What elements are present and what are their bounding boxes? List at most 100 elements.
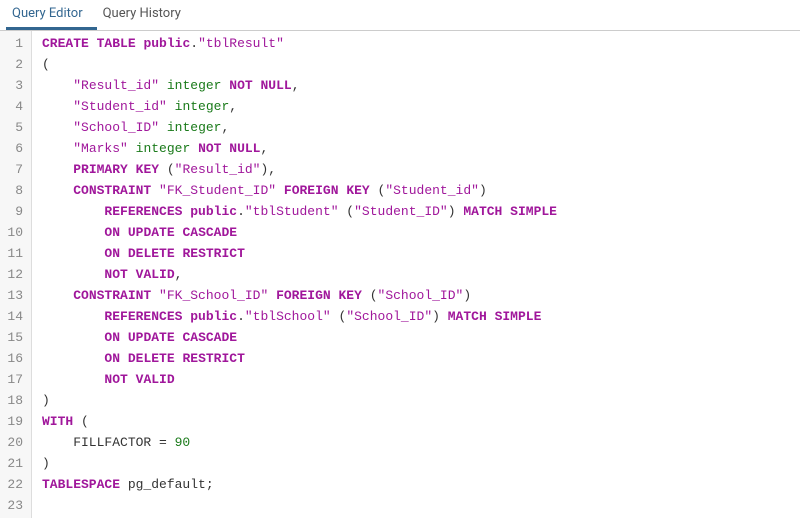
code-line[interactable]: "School_ID" integer, [42, 117, 557, 138]
token-kw: VALID [136, 267, 175, 282]
token-kw: UPDATE [128, 330, 175, 345]
token-kw: WITH [42, 414, 73, 429]
token-kw: KEY [339, 288, 362, 303]
token-plain [42, 99, 73, 114]
sql-editor[interactable]: 1234567891011121314151617181920212223 CR… [0, 31, 800, 518]
token-typ: integer [167, 78, 222, 93]
token-kw: CREATE [42, 36, 89, 51]
token-plain [120, 330, 128, 345]
token-plain [502, 204, 510, 219]
token-str: "Marks" [73, 141, 128, 156]
code-line[interactable]: CREATE TABLE public."tblResult" [42, 33, 557, 54]
line-gutter: 1234567891011121314151617181920212223 [0, 31, 32, 518]
token-kw: public [190, 204, 237, 219]
line-number: 9 [4, 201, 23, 222]
token-kw: FOREIGN [276, 288, 331, 303]
token-plain: ( [331, 309, 347, 324]
token-kw: CONSTRAINT [73, 183, 151, 198]
token-plain [128, 372, 136, 387]
line-number: 19 [4, 411, 23, 432]
code-line[interactable]: "Student_id" integer, [42, 96, 557, 117]
token-str: "FK_School_ID" [159, 288, 268, 303]
line-number: 13 [4, 285, 23, 306]
token-plain [128, 267, 136, 282]
token-kw: DELETE [128, 246, 175, 261]
code-line[interactable]: ON DELETE RESTRICT [42, 348, 557, 369]
token-kw: MATCH [448, 309, 487, 324]
token-plain [276, 183, 284, 198]
token-str: "Student_ID" [354, 204, 448, 219]
line-number: 2 [4, 54, 23, 75]
token-plain [331, 288, 339, 303]
token-plain [42, 120, 73, 135]
code-line[interactable]: ON DELETE RESTRICT [42, 243, 557, 264]
token-str: "School_ID" [378, 288, 464, 303]
token-plain [120, 225, 128, 240]
token-str: "FK_Student_ID" [159, 183, 276, 198]
code-line[interactable]: ( [42, 54, 557, 75]
token-kw: ON [104, 246, 120, 261]
code-line[interactable]: CONSTRAINT "FK_School_ID" FOREIGN KEY ("… [42, 285, 557, 306]
token-plain [151, 183, 159, 198]
token-plain: ( [370, 183, 386, 198]
token-str: "Student_id" [73, 99, 167, 114]
line-number: 20 [4, 432, 23, 453]
code-line[interactable]: ON UPDATE CASCADE [42, 222, 557, 243]
token-plain [89, 36, 97, 51]
token-str: "School_ID" [346, 309, 432, 324]
token-plain: pg_default; [120, 477, 214, 492]
token-kw: NOT [104, 372, 127, 387]
token-plain: . [237, 309, 245, 324]
code-line[interactable]: FILLFACTOR = 90 [42, 432, 557, 453]
line-number: 16 [4, 348, 23, 369]
token-kw: CASCADE [182, 225, 237, 240]
token-plain: ( [42, 57, 50, 72]
token-plain: ( [159, 162, 175, 177]
token-str: "tblStudent" [245, 204, 339, 219]
line-number: 5 [4, 117, 23, 138]
token-kw: public [190, 309, 237, 324]
tab-query-editor[interactable]: Query Editor [6, 0, 97, 30]
token-str: "Result_id" [73, 78, 159, 93]
code-line[interactable]: "Result_id" integer NOT NULL, [42, 75, 557, 96]
token-plain: ) [42, 393, 50, 408]
token-plain [167, 99, 175, 114]
token-typ: integer [175, 99, 230, 114]
token-kw: KEY [136, 162, 159, 177]
token-plain: , [175, 267, 183, 282]
code-line[interactable]: WITH ( [42, 411, 557, 432]
code-line[interactable]: TABLESPACE pg_default; [42, 474, 557, 495]
code-line[interactable]: REFERENCES public."tblStudent" ("Student… [42, 201, 557, 222]
code-area[interactable]: CREATE TABLE public."tblResult" ( "Result… [32, 31, 557, 518]
token-plain: ( [339, 204, 355, 219]
code-line[interactable]: CONSTRAINT "FK_Student_ID" FOREIGN KEY (… [42, 180, 557, 201]
code-line[interactable]: REFERENCES public."tblSchool" ("School_I… [42, 306, 557, 327]
line-number: 3 [4, 75, 23, 96]
token-plain: ( [362, 288, 378, 303]
code-line[interactable]: ) [42, 453, 557, 474]
token-plain: ) [432, 309, 448, 324]
code-line[interactable]: NOT VALID [42, 369, 557, 390]
token-kw: DELETE [128, 351, 175, 366]
token-plain [120, 246, 128, 261]
token-str: "tblSchool" [245, 309, 331, 324]
token-kw: TABLESPACE [42, 477, 120, 492]
tab-query-history[interactable]: Query History [97, 0, 195, 30]
token-plain: ) [463, 288, 471, 303]
token-kw: ON [104, 330, 120, 345]
token-plain: ) [42, 456, 50, 471]
code-line[interactable]: PRIMARY KEY ("Result_id"), [42, 159, 557, 180]
token-kw: ON [104, 351, 120, 366]
token-plain: , [229, 99, 237, 114]
token-plain [42, 183, 73, 198]
code-line[interactable]: ) [42, 390, 557, 411]
token-kw: REFERENCES [104, 309, 182, 324]
token-kw: MATCH [463, 204, 502, 219]
code-line[interactable]: NOT VALID, [42, 264, 557, 285]
token-plain [42, 351, 104, 366]
token-kw: FOREIGN [284, 183, 339, 198]
token-kw: CASCADE [182, 330, 237, 345]
code-line[interactable]: "Marks" integer NOT NULL, [42, 138, 557, 159]
token-plain: ( [73, 414, 89, 429]
code-line[interactable]: ON UPDATE CASCADE [42, 327, 557, 348]
